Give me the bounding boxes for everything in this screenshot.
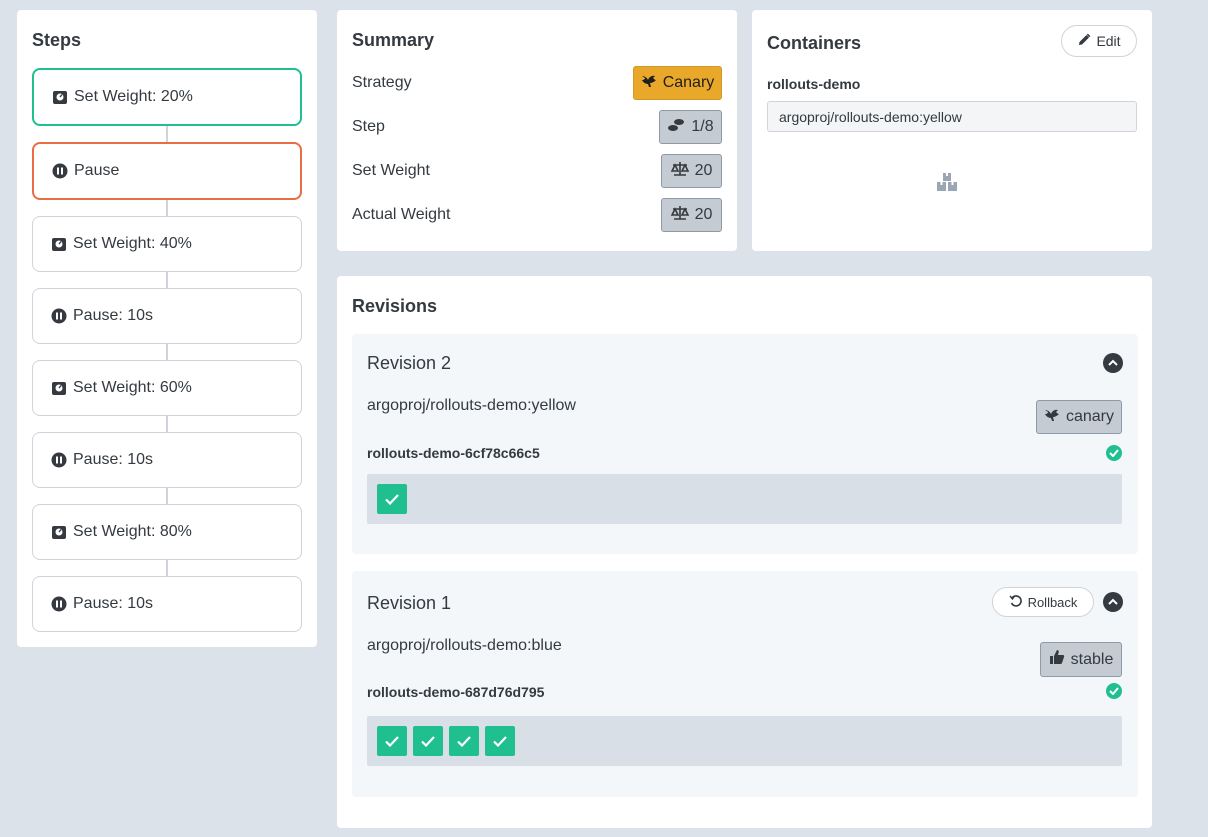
check-icon (421, 735, 435, 747)
footsteps-icon (667, 118, 685, 137)
stable-badge-label: stable (1070, 650, 1114, 668)
revisions-panel: Revisions Revision 2 argoproj/rollouts-d… (337, 276, 1152, 828)
rollback-icon (1009, 594, 1023, 611)
replicaset-name: rollouts-demo-687d76d795 (367, 684, 545, 700)
container-image-field[interactable]: argoproj/rollouts-demo:yellow (767, 101, 1137, 132)
summary-panel: Summary Strategy Canary Step 1/8 Set Wei… (337, 10, 737, 251)
summary-label-set-weight: Set Weight (352, 162, 430, 179)
balance-scale-icon (670, 161, 689, 182)
step-label: Set Weight: 40% (73, 235, 192, 252)
revision-image: argoproj/rollouts-demo:yellow (367, 397, 576, 414)
replicaset-name: rollouts-demo-6cf78c66c5 (367, 445, 540, 461)
step-label: Pause (74, 162, 120, 179)
boxes-icon (936, 172, 958, 197)
step-label: Pause: 10s (73, 307, 154, 324)
actual-weight-badge: 20 (661, 198, 722, 232)
check-icon (385, 735, 399, 747)
step-connector (166, 416, 168, 432)
stable-badge: stable (1040, 642, 1122, 677)
step-label: Set Weight: 60% (73, 379, 192, 396)
step-connector (166, 272, 168, 288)
step-set-weight-20[interactable]: Set Weight: 20% (32, 68, 302, 126)
revision-card: Revision 2 argoproj/rollouts-demo:yellow… (352, 334, 1138, 554)
check-icon (493, 735, 507, 747)
step-label: Set Weight: 80% (73, 523, 192, 540)
pause-icon (51, 308, 67, 324)
weight-icon (51, 236, 67, 252)
canary-bird-icon (641, 73, 657, 94)
revision-title: Revision 2 (367, 353, 452, 373)
pencil-icon (1077, 33, 1091, 50)
step-set-weight-40[interactable]: Set Weight: 40% (32, 216, 302, 272)
rollback-label: Rollback (1027, 594, 1078, 610)
revisions-title: Revisions (352, 296, 438, 316)
steps-title: Steps (32, 30, 82, 50)
containers-panel: Containers Edit rollouts-demo argoproj/r… (752, 10, 1152, 251)
step-connector (166, 200, 168, 216)
check-icon (385, 493, 399, 505)
check-icon (457, 735, 471, 747)
step-value: 1/8 (691, 118, 714, 135)
pod-status[interactable] (449, 726, 479, 756)
summary-label-strategy: Strategy (352, 74, 412, 91)
step-connector (166, 344, 168, 360)
pause-icon (52, 163, 68, 179)
weight-icon (51, 524, 67, 540)
step-label: Set Weight: 20% (74, 88, 193, 105)
step-connector (166, 488, 168, 504)
pod-status[interactable] (413, 726, 443, 756)
pods-bar (367, 474, 1122, 524)
thumbs-up-icon (1049, 649, 1065, 670)
summary-label-actual-weight: Actual Weight (352, 206, 451, 223)
steps-panel: Steps Set Weight: 20% Pause Set Weight: … (17, 10, 317, 647)
actual-weight-value: 20 (694, 206, 713, 223)
pod-status[interactable] (485, 726, 515, 756)
canary-badge: canary (1036, 400, 1122, 434)
edit-label: Edit (1096, 33, 1121, 49)
step-pause-10s[interactable]: Pause: 10s (32, 288, 302, 344)
pause-icon (51, 596, 67, 612)
strategy-badge: Canary (633, 66, 722, 100)
containers-title: Containers (767, 33, 862, 53)
pause-icon (51, 452, 67, 468)
summary-title: Summary (352, 30, 435, 50)
set-weight-badge: 20 (661, 154, 722, 188)
step-set-weight-60[interactable]: Set Weight: 60% (32, 360, 302, 416)
collapse-button[interactable] (1103, 353, 1123, 373)
step-pause-10s[interactable]: Pause: 10s (32, 576, 302, 632)
step-connector (166, 126, 168, 142)
revision-image: argoproj/rollouts-demo:blue (367, 637, 562, 654)
canary-bird-icon (1044, 407, 1060, 428)
chevron-up-icon (1108, 598, 1118, 605)
strategy-value: Canary (662, 74, 715, 91)
pod-status[interactable] (377, 726, 407, 756)
canary-badge-label: canary (1065, 408, 1115, 425)
weight-icon (52, 89, 68, 105)
revision-title: Revision 1 (367, 593, 452, 613)
balance-scale-icon (670, 205, 689, 226)
container-name: rollouts-demo (767, 76, 861, 92)
step-set-weight-80[interactable]: Set Weight: 80% (32, 504, 302, 560)
step-pause[interactable]: Pause (32, 142, 302, 200)
step-label: Pause: 10s (73, 451, 154, 468)
revision-card: Revision 1 Rollback argoproj/rollouts-de… (352, 571, 1138, 797)
edit-button[interactable]: Edit (1061, 25, 1137, 57)
step-badge: 1/8 (659, 110, 722, 144)
step-label: Pause: 10s (73, 595, 154, 612)
pods-bar (367, 716, 1122, 766)
chevron-up-icon (1108, 359, 1118, 366)
set-weight-value: 20 (694, 162, 713, 179)
summary-label-step: Step (352, 118, 385, 135)
pod-status[interactable] (377, 484, 407, 514)
rollback-button[interactable]: Rollback (992, 587, 1094, 617)
collapse-button[interactable] (1103, 592, 1123, 612)
weight-icon (51, 380, 67, 396)
healthy-check-icon (1106, 445, 1122, 461)
step-connector (166, 560, 168, 576)
step-pause-10s[interactable]: Pause: 10s (32, 432, 302, 488)
healthy-check-icon (1106, 683, 1122, 699)
